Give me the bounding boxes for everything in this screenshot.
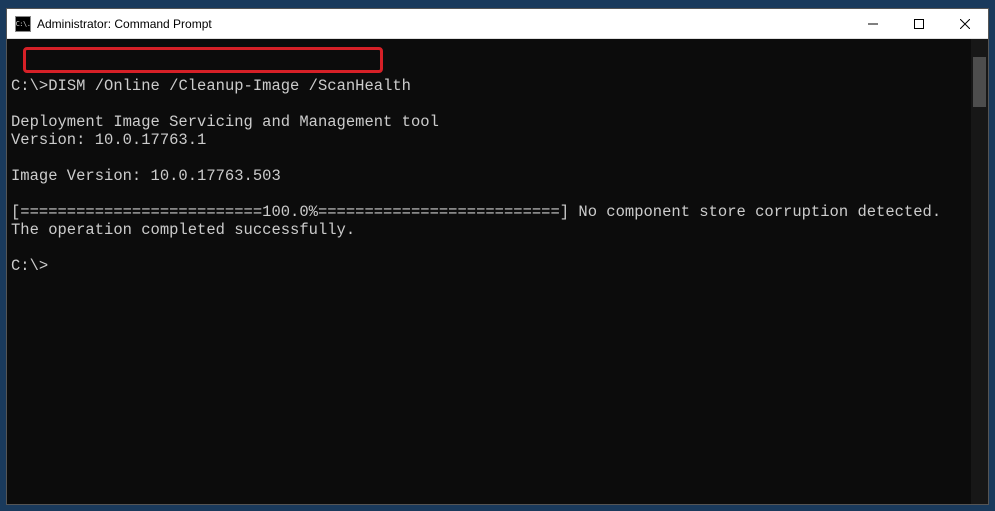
- scrollbar-thumb[interactable]: [973, 57, 986, 107]
- entered-command: DISM /Online /Cleanup-Image /ScanHealth: [48, 77, 411, 95]
- cmd-icon: C:\.: [15, 16, 31, 32]
- console-line-command: C:\>DISM /Online /Cleanup-Image /ScanHea…: [11, 77, 967, 95]
- close-icon: [960, 19, 970, 29]
- console-output: C:\>DISM /Online /Cleanup-Image /ScanHea…: [7, 39, 971, 504]
- maximize-button[interactable]: [896, 9, 942, 38]
- command-prompt-window: C:\. Administrator: Command Prompt C:\>D…: [6, 8, 989, 505]
- console-line-progress: [==========================100.0%=======…: [11, 203, 967, 221]
- console-line-blank0: [11, 59, 967, 77]
- console-line-blank2: [11, 149, 967, 167]
- console-line-prompt2: C:\>: [11, 257, 967, 275]
- vertical-scrollbar[interactable]: [971, 39, 988, 504]
- console-line-blank3: [11, 185, 967, 203]
- cmd-icon-text: C:\.: [16, 20, 31, 28]
- close-button[interactable]: [942, 9, 988, 38]
- console-area[interactable]: C:\>DISM /Online /Cleanup-Image /ScanHea…: [7, 39, 988, 504]
- console-line-blank4: [11, 239, 967, 257]
- prompt-prefix: C:\>: [11, 77, 48, 95]
- console-line-blank1: [11, 95, 967, 113]
- minimize-button[interactable]: [850, 9, 896, 38]
- window-title: Administrator: Command Prompt: [37, 17, 212, 31]
- console-line-tool: Deployment Image Servicing and Managemen…: [11, 113, 967, 131]
- console-line-version: Version: 10.0.17763.1: [11, 131, 967, 149]
- titlebar[interactable]: C:\. Administrator: Command Prompt: [7, 9, 988, 39]
- console-line-image-version: Image Version: 10.0.17763.503: [11, 167, 967, 185]
- minimize-icon: [868, 19, 878, 29]
- maximize-icon: [914, 19, 924, 29]
- window-controls: [850, 9, 988, 38]
- console-line-completion: The operation completed successfully.: [11, 221, 967, 239]
